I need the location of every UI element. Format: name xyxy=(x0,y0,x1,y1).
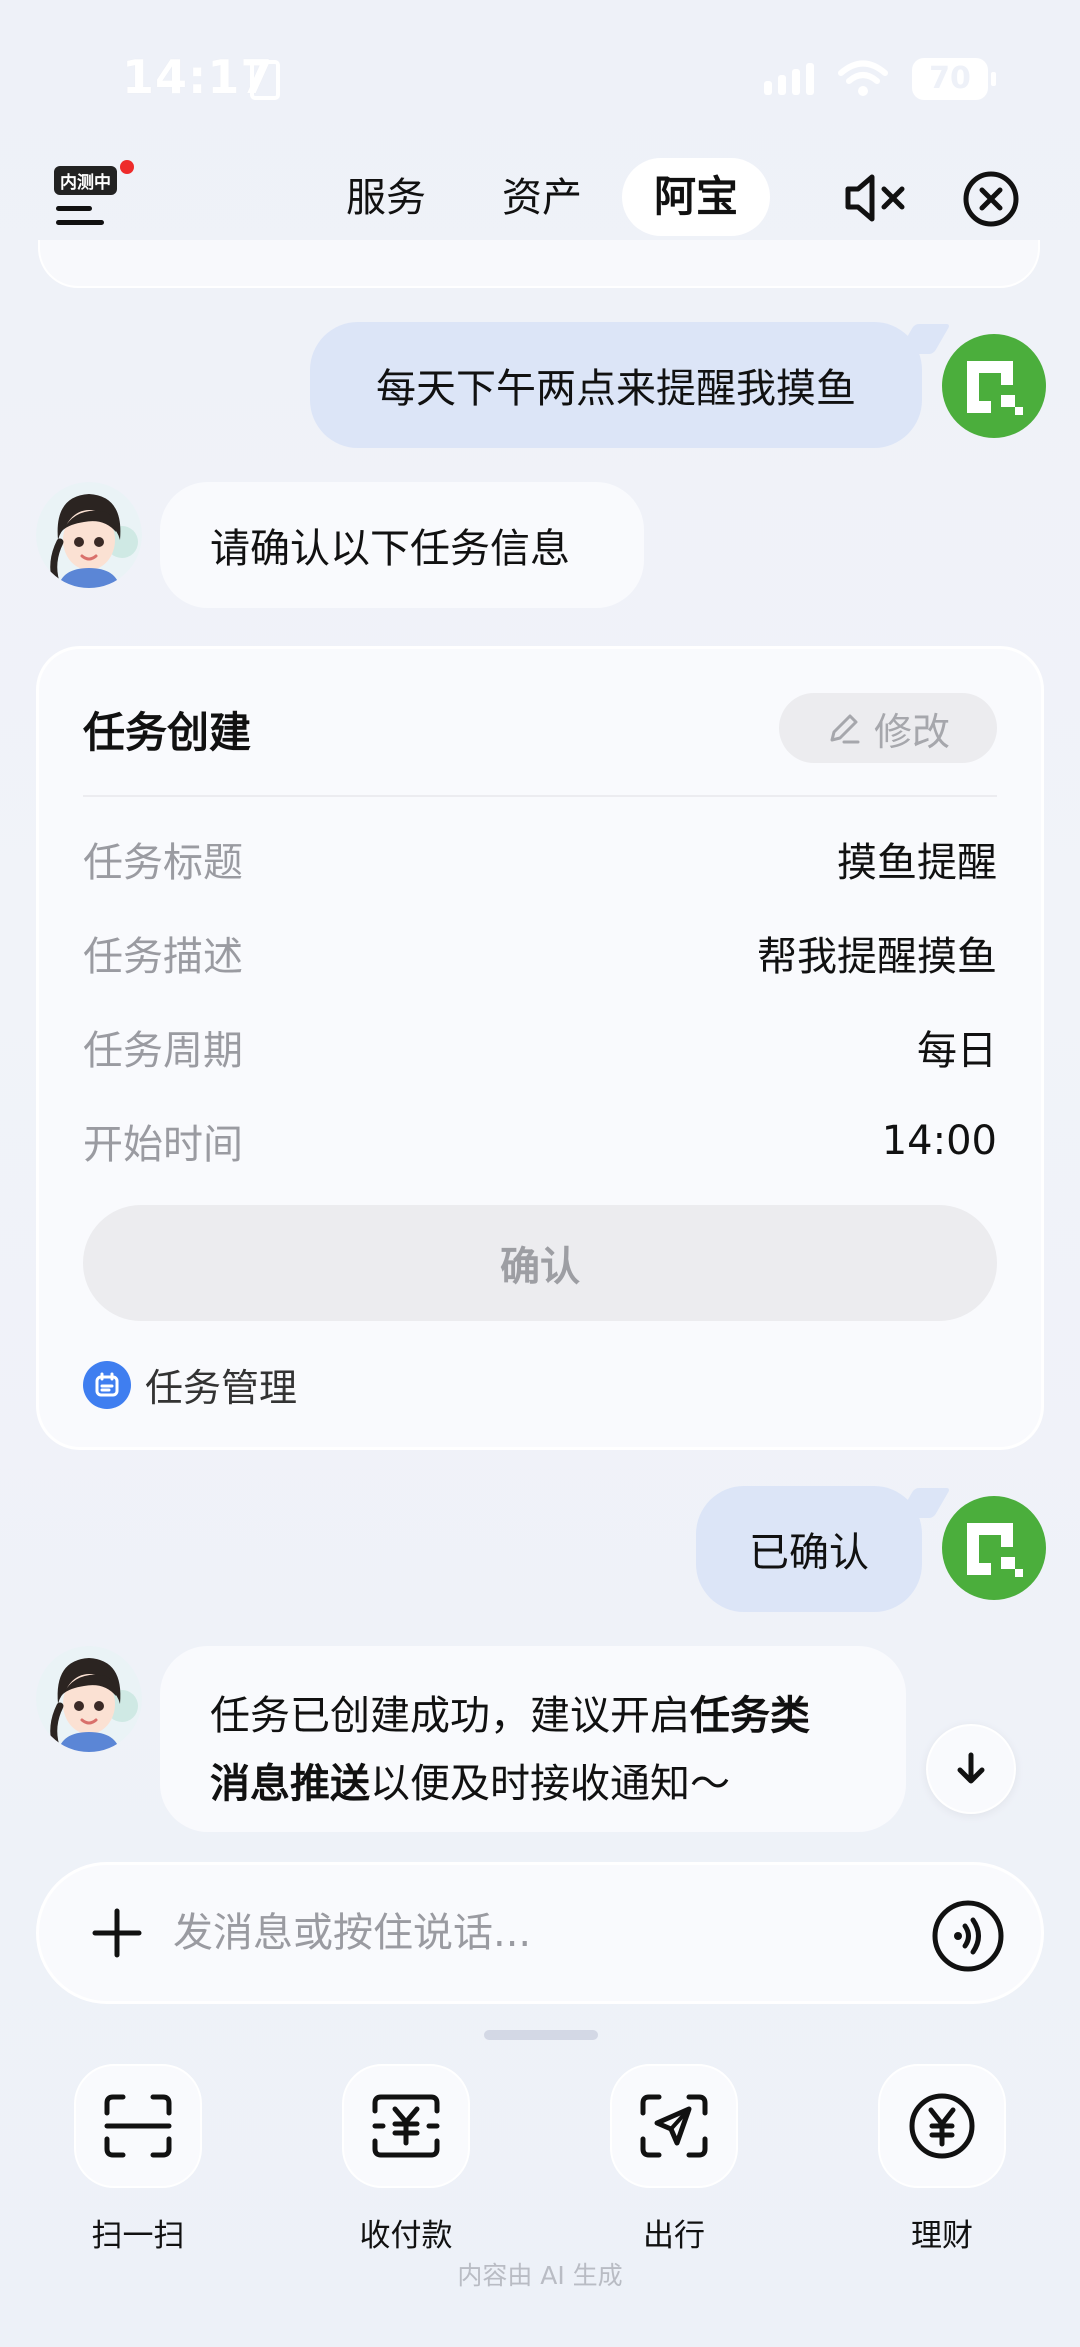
wifi-icon xyxy=(838,60,888,96)
task-field-row: 任务标题 摸鱼提醒 xyxy=(83,829,997,889)
battery-indicator: 70 xyxy=(912,58,996,100)
task-field-value: 14:00 xyxy=(881,1118,997,1164)
assistant-message-bold: 任务类 xyxy=(690,1693,810,1739)
drag-handle[interactable] xyxy=(484,2030,598,2040)
signal-icon xyxy=(764,63,814,95)
plus-icon[interactable] xyxy=(89,1905,145,1961)
task-field-value: 摸鱼提醒 xyxy=(837,840,997,886)
sim-card-icon xyxy=(250,60,280,100)
task-creation-card: 任务创建 修改 任务标题 摸鱼提醒 任务描述 帮我提醒摸鱼 任务周期 每日 开始… xyxy=(36,646,1044,1450)
message-input-bar xyxy=(36,1862,1044,2004)
edit-task-label: 修改 xyxy=(873,709,950,754)
task-field-label: 任务周期 xyxy=(83,1028,243,1074)
voice-icon[interactable] xyxy=(931,1899,1005,1973)
assistant-avatar-image xyxy=(36,482,142,588)
calendar-icon xyxy=(83,1360,131,1409)
task-card-title: 任务创建 xyxy=(83,708,252,757)
ai-generated-note: 内容由 AI 生成 xyxy=(457,2261,623,2290)
task-field-value: 帮我提醒摸鱼 xyxy=(757,934,997,980)
task-field-value: 每日 xyxy=(917,1028,997,1074)
assistant-message-bold: 消息推送 xyxy=(210,1761,370,1807)
shortcut-label: 出行 xyxy=(643,2218,705,2254)
edit-task-button[interactable]: 修改 xyxy=(779,693,997,763)
user-avatar[interactable] xyxy=(942,1496,1046,1600)
assistant-message-bubble: 任务已创建成功，建议开启任务类消息推送以便及时接收通知～ xyxy=(160,1646,906,1832)
task-field-label: 开始时间 xyxy=(83,1122,243,1168)
payment-icon xyxy=(342,2064,470,2188)
wealth-icon xyxy=(878,2064,1006,2188)
user-message-text: 已确认 xyxy=(749,1530,869,1576)
scan-icon xyxy=(74,2064,202,2188)
user-message-bubble: 每天下午两点来提醒我摸鱼 xyxy=(310,322,951,448)
assistant-avatar[interactable] xyxy=(36,1646,142,1752)
menu-button[interactable]: 内测中 xyxy=(52,160,134,236)
user-message-bubble: 已确认 xyxy=(696,1486,951,1612)
task-management-link[interactable]: 任务管理 xyxy=(83,1357,297,1412)
shortcut-scan[interactable]: 扫一扫 xyxy=(72,2064,204,2255)
task-field-row: 任务周期 每日 xyxy=(83,1017,997,1077)
user-avatar[interactable] xyxy=(942,334,1046,438)
previous-card-edge xyxy=(38,240,1040,288)
user-avatar-logo-icon xyxy=(967,361,1023,415)
pencil-icon xyxy=(830,714,860,744)
assistant-message-text: 请确认以下任务信息 xyxy=(210,526,570,572)
shortcut-label: 理财 xyxy=(911,2218,973,2254)
travel-icon xyxy=(610,2064,738,2188)
status-indicators: 70 xyxy=(764,58,996,100)
tab-abao[interactable]: 阿宝 xyxy=(622,158,770,236)
shortcut-payment[interactable]: 收付款 xyxy=(340,2064,472,2255)
assistant-message-text: 以便及时接收通知～ xyxy=(370,1761,730,1807)
confirm-task-button[interactable]: 确认 xyxy=(83,1205,997,1321)
task-field-label: 任务标题 xyxy=(83,840,243,886)
beta-badge: 内测中 xyxy=(54,166,117,195)
message-input[interactable] xyxy=(173,1901,813,1965)
assistant-avatar-image xyxy=(36,1646,142,1752)
scroll-to-bottom-button[interactable] xyxy=(926,1724,1016,1814)
assistant-message-bubble: 请确认以下任务信息 xyxy=(160,482,644,608)
divider xyxy=(83,795,997,797)
close-icon[interactable] xyxy=(962,170,1020,228)
task-field-label: 任务描述 xyxy=(83,934,243,980)
menu-icon xyxy=(56,206,92,211)
task-field-row: 开始时间 14:00 xyxy=(83,1111,997,1171)
mute-icon[interactable] xyxy=(844,170,910,226)
assistant-message-text: 任务已创建成功，建议开启 xyxy=(210,1693,690,1739)
tab-assets[interactable]: 资产 xyxy=(502,168,582,228)
shortcut-label: 收付款 xyxy=(359,2218,453,2254)
shortcut-travel[interactable]: 出行 xyxy=(608,2064,740,2255)
tab-service[interactable]: 服务 xyxy=(346,168,426,228)
arrow-down-icon xyxy=(957,1752,985,1784)
notification-dot xyxy=(120,160,134,174)
shortcut-wealth[interactable]: 理财 xyxy=(876,2064,1008,2255)
user-message-text: 每天下午两点来提醒我摸鱼 xyxy=(376,366,856,412)
task-field-row: 任务描述 帮我提醒摸鱼 xyxy=(83,923,997,983)
user-avatar-logo-icon xyxy=(967,1523,1023,1577)
task-management-label: 任务管理 xyxy=(145,1366,298,1410)
shortcut-label: 扫一扫 xyxy=(91,2218,185,2254)
assistant-avatar[interactable] xyxy=(36,482,142,588)
